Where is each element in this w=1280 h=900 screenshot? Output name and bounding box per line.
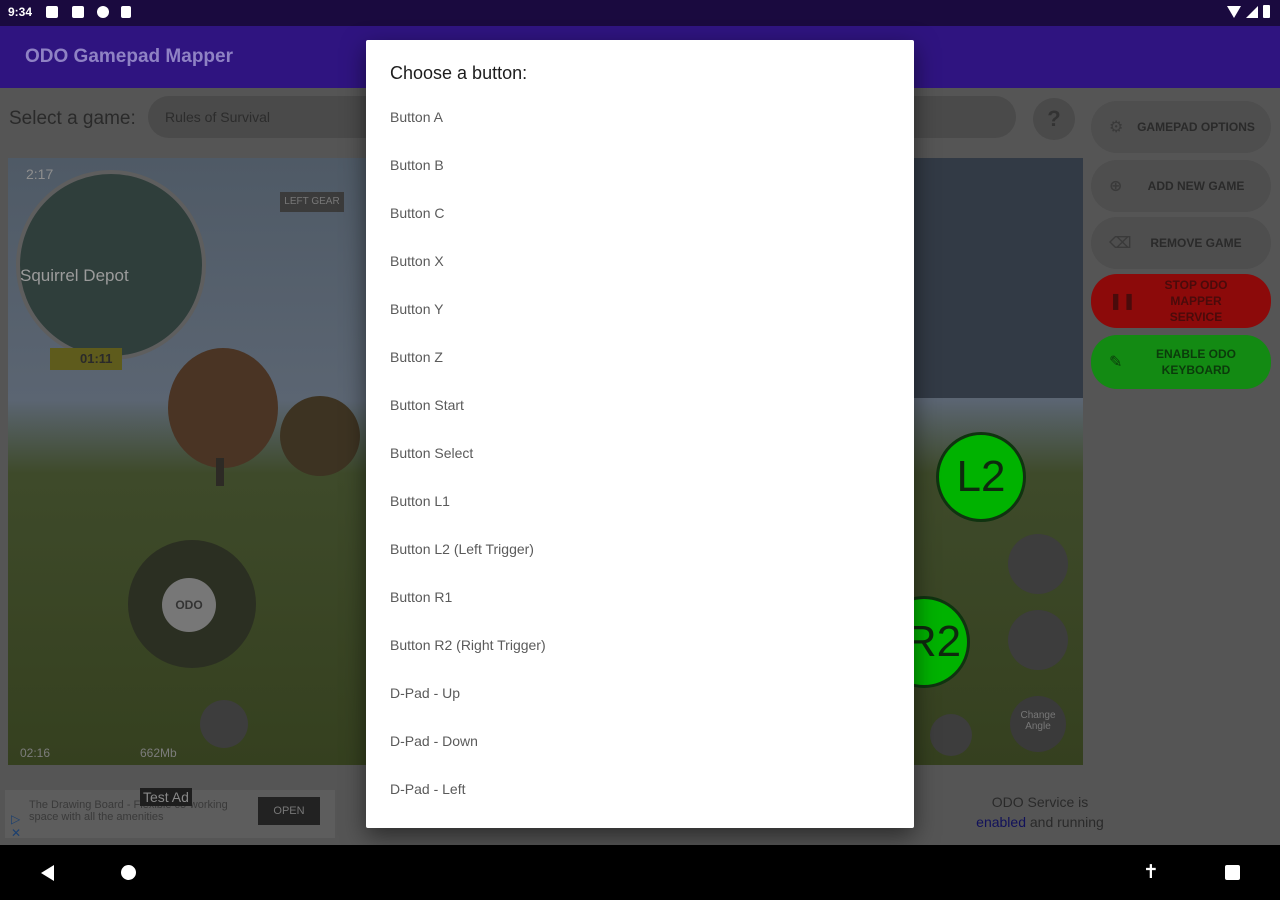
back-icon[interactable] <box>41 865 54 881</box>
option-button-r2[interactable]: Button R2 (Right Trigger) <box>366 621 914 669</box>
change-angle-button: Change Angle <box>1010 696 1066 752</box>
minimap <box>16 170 206 360</box>
test-ad-label: Test Ad <box>140 788 192 806</box>
app-title: ODO Gamepad Mapper <box>25 46 233 67</box>
ad-open-button[interactable]: OPEN <box>258 797 320 825</box>
tree-trunk <box>216 458 224 486</box>
stop-service-label: STOP ODO MAPPER SERVICE <box>1164 278 1228 324</box>
help-button[interactable]: ? <box>1033 98 1075 140</box>
tree <box>280 396 360 476</box>
l2-mapping-button: L2 <box>936 432 1026 522</box>
service-status-enabled: enabled <box>976 814 1026 830</box>
jump-icon <box>1008 534 1068 594</box>
battery-icon <box>1263 5 1270 18</box>
ad-text: The Drawing Board - Flexible co-working … <box>29 799 228 823</box>
status-time: 9:34 <box>8 5 33 19</box>
option-dpad-up[interactable]: D-Pad - Up <box>366 669 914 717</box>
wrench-icon: ⚙ <box>1109 119 1124 136</box>
option-button-c[interactable]: Button C <box>366 189 914 237</box>
hud-time: 2:17 <box>26 166 54 182</box>
vpn-icon <box>97 6 109 18</box>
accessibility-icon[interactable]: ✝ <box>1143 861 1159 884</box>
service-status-line1: ODO Service is <box>991 794 1089 810</box>
enable-keyboard-label: ENABLE ODO KEYBOARD <box>1155 347 1236 377</box>
status-bar: 9:34 <box>0 0 1280 26</box>
option-button-z[interactable]: Button Z <box>366 333 914 381</box>
option-button-b[interactable]: Button B <box>366 141 914 189</box>
option-button-l1[interactable]: Button L1 <box>366 477 914 525</box>
choose-button-dialog: Choose a button: Button A Button B Butto… <box>366 40 914 828</box>
signal-icon <box>1246 5 1258 18</box>
hud-bottom-time: 02:16 <box>20 746 51 760</box>
option-button-a[interactable]: Button A <box>366 93 914 141</box>
gamepad-options-button[interactable]: ⚙ GAMEPAD OPTIONS <box>1091 101 1271 153</box>
option-button-y[interactable]: Button Y <box>366 285 914 333</box>
zone-timer: 01:11 <box>50 348 122 370</box>
hud-bottom-speed: 662Mb <box>140 746 177 760</box>
dialog-title: Choose a button: <box>390 63 528 83</box>
left-gear-tag: LEFT GEAR <box>280 192 344 212</box>
pencil-icon: ✎ <box>1109 354 1123 371</box>
remove-game-label: REMOVE GAME <box>1150 236 1242 250</box>
add-circle-icon: ⊕ <box>1109 178 1123 195</box>
service-status-rest: and running <box>1025 814 1104 830</box>
enable-keyboard-button[interactable]: ✎ ENABLE ODO KEYBOARD <box>1091 335 1271 389</box>
helmet-icon <box>200 700 248 748</box>
option-button-x[interactable]: Button X <box>366 237 914 285</box>
ad-choices-icon[interactable]: ▷ ✕ <box>11 812 21 840</box>
home-icon[interactable] <box>121 865 136 880</box>
gamepad-options-label: GAMEPAD OPTIONS <box>1137 120 1255 134</box>
select-game-label: Select a game: <box>9 108 136 129</box>
game-select-value: Rules of Survival <box>165 109 271 125</box>
option-button-r1[interactable]: Button R1 <box>366 573 914 621</box>
recents-icon[interactable] <box>1225 865 1240 880</box>
joystick-knob-icon: ODO <box>162 578 216 632</box>
power-icon <box>930 714 972 756</box>
option-dpad-down[interactable]: D-Pad - Down <box>366 717 914 765</box>
gamepad-icon <box>46 6 58 18</box>
add-new-game-label: ADD NEW GAME <box>1147 179 1245 193</box>
service-status: ODO Service is enabled and running <box>915 792 1165 832</box>
remove-game-button[interactable]: ⌫ REMOVE GAME <box>1091 217 1271 269</box>
navigation-bar: ✝ <box>0 845 1280 900</box>
wifi-icon <box>1227 5 1241 18</box>
option-button-l2[interactable]: Button L2 (Left Trigger) <box>366 525 914 573</box>
sd-card-icon <box>121 6 131 18</box>
weapon-panel <box>914 158 1083 398</box>
crouch-icon <box>1008 610 1068 670</box>
option-button-select[interactable]: Button Select <box>366 429 914 477</box>
minimap-label: Squirrel Depot <box>20 266 129 285</box>
photo-icon <box>72 6 84 18</box>
option-dpad-left[interactable]: D-Pad - Left <box>366 765 914 813</box>
option-button-start[interactable]: Button Start <box>366 381 914 429</box>
tree <box>168 348 278 468</box>
add-new-game-button[interactable]: ⊕ ADD NEW GAME <box>1091 160 1271 212</box>
stop-service-button[interactable]: ❚❚ STOP ODO MAPPER SERVICE <box>1091 274 1271 328</box>
